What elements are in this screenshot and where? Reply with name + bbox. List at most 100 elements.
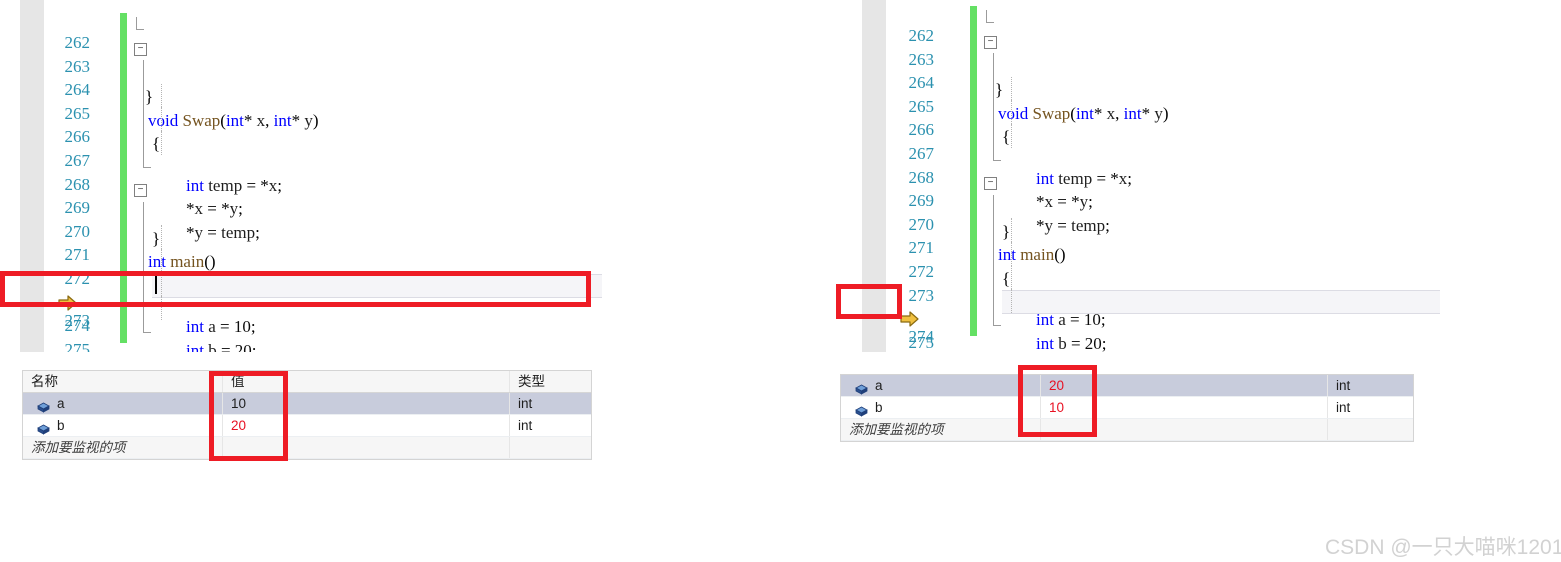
indent-guide	[1011, 218, 1012, 242]
variable-cube-icon	[855, 402, 868, 417]
watch-row[interactable]: a 20 int	[841, 375, 1413, 397]
watch-add-row[interactable]: 添加要监视的项	[23, 437, 591, 459]
fold-minus-icon[interactable]: −	[984, 177, 997, 191]
add-watch-value-cell[interactable]	[1041, 419, 1328, 440]
indent-guide	[1011, 241, 1012, 266]
watch-variable-name[interactable]: a	[23, 393, 223, 414]
watch-variable-type: int	[518, 396, 533, 411]
code-line[interactable]: 275 }	[0, 319, 620, 352]
right-code-editor[interactable]: 262 } 263 − void Swap(int* x, int* y) 26…	[840, 0, 1440, 352]
fold-minus-icon[interactable]: −	[984, 35, 997, 49]
code-line[interactable]: 270 {	[840, 194, 1440, 288]
code-line[interactable]: 264 {	[840, 53, 1440, 146]
fold-minus-icon[interactable]: −	[134, 42, 147, 56]
fold-bracket	[993, 76, 994, 101]
code-line-current[interactable]: 273 Swap(&a, &b); 已用时间 <= 1ms	[0, 272, 620, 330]
fold-bracket	[143, 83, 144, 108]
right-watch-window[interactable]: a 20 int b 10 int 添加要监视的项	[840, 374, 1414, 442]
indent-guide	[1011, 265, 1012, 290]
column-header-type[interactable]: 类型	[510, 371, 591, 392]
indent-guide	[1011, 100, 1012, 124]
change-bar	[970, 76, 977, 101]
watch-variable-value[interactable]: 10	[1041, 397, 1328, 418]
add-watch-placeholder[interactable]: 添加要监视的项	[841, 419, 1041, 440]
change-bar	[120, 36, 127, 61]
code-line[interactable]: 270 {	[0, 201, 620, 295]
indent-guide	[161, 130, 162, 155]
code-line[interactable]: 272 int b = 20;	[840, 241, 1440, 352]
code-line[interactable]: 273 Swap(&a, &b);	[840, 265, 1440, 305]
watch-variable-name[interactable]: a	[841, 375, 1041, 396]
code-line[interactable]: 267 *y = temp;	[0, 130, 620, 242]
code-line[interactable]: 274 return 0;	[0, 296, 620, 335]
code-line[interactable]: 269 − int main()	[840, 171, 1440, 264]
variable-cube-icon	[37, 420, 50, 435]
code-line[interactable]: 266 *x = *y;	[840, 100, 1440, 211]
indent-guide	[161, 296, 162, 320]
code-line[interactable]: 264 {	[0, 60, 620, 153]
variable-cube-icon	[37, 398, 50, 413]
change-bar	[120, 225, 127, 249]
left-code-editor[interactable]: 262 } 263 − void Swap(int* x, int* y) 26…	[0, 0, 620, 352]
watch-row[interactable]: b 20 int	[23, 415, 591, 437]
watch-add-row[interactable]: 添加要监视的项	[841, 419, 1413, 441]
indent-guide	[161, 225, 162, 249]
code-line[interactable]: 266 *x = *y;	[0, 107, 620, 218]
fold-bracket	[143, 319, 151, 333]
watch-name-text: a	[57, 396, 65, 411]
code-line[interactable]: 263 − void Swap(int* x, int* y)	[0, 36, 620, 130]
change-bar	[120, 107, 127, 131]
change-bar	[970, 194, 977, 219]
fold-bracket	[993, 53, 994, 78]
fold-bracket	[993, 312, 1001, 326]
indent-guide	[1011, 123, 1012, 148]
code-line[interactable]: 268 }	[0, 154, 620, 248]
code-line[interactable]: 268 }	[840, 147, 1440, 241]
column-header-value[interactable]: 值	[223, 371, 510, 392]
text-caret	[155, 275, 157, 294]
fold-minus-icon[interactable]: −	[134, 184, 147, 198]
watch-name-text: b	[875, 400, 883, 415]
change-bar	[120, 13, 127, 37]
watch-row[interactable]: b 10 int	[841, 397, 1413, 419]
code-line[interactable]: 271 int a = 10;	[0, 225, 620, 336]
code-line[interactable]: 275 }	[840, 312, 1440, 352]
watch-variable-value[interactable]: 20	[1041, 375, 1328, 396]
change-bar	[970, 100, 977, 124]
column-header-name[interactable]: 名称	[23, 371, 223, 392]
code-line[interactable]: 272 int b = 20;	[0, 248, 620, 352]
code-line[interactable]: 267 *y = temp;	[840, 123, 1440, 235]
left-watch-window[interactable]: 名称 值 类型 a 10 int b 20 int 添加要监视的项	[22, 370, 592, 460]
add-watch-type-cell	[510, 437, 591, 458]
watch-variable-value[interactable]: 20	[223, 415, 510, 436]
code-line[interactable]: 262 }	[840, 6, 1440, 99]
code-line[interactable]: 265 int temp = *x;	[0, 83, 620, 195]
code-line[interactable]: 263 − void Swap(int* x, int* y)	[840, 29, 1440, 123]
change-bar	[120, 319, 127, 344]
watch-variable-value[interactable]: 10	[223, 393, 510, 414]
add-watch-value-cell[interactable]	[223, 437, 510, 458]
fold-bracket	[993, 100, 994, 125]
right-code-lines: 262 } 263 − void Swap(int* x, int* y) 26…	[840, 6, 1440, 352]
watch-variable-name[interactable]: b	[841, 397, 1041, 418]
code-line[interactable]: 262 }	[0, 13, 620, 106]
add-watch-placeholder[interactable]: 添加要监视的项	[23, 437, 223, 458]
watch-row[interactable]: a 10 int	[23, 393, 591, 415]
line-number: 275	[908, 332, 935, 352]
fold-bracket	[993, 218, 994, 243]
fold-bracket	[993, 123, 994, 148]
left-code-lines: 262 } 263 − void Swap(int* x, int* y) 26…	[0, 13, 620, 352]
fold-bracket	[136, 17, 144, 30]
watch-header-row: 名称 值 类型	[23, 371, 591, 393]
watch-name-text: a	[875, 378, 883, 393]
indent-guide	[1011, 76, 1012, 101]
current-statement-arrow-icon	[22, 277, 77, 311]
fold-bracket	[143, 154, 151, 168]
change-bar	[120, 83, 127, 108]
watch-variable-name[interactable]: b	[23, 415, 223, 436]
code-line[interactable]: 269 − int main()	[0, 178, 620, 271]
code-line[interactable]: 271 int a = 10;	[840, 218, 1440, 329]
code-line[interactable]: 265 int temp = *x;	[840, 76, 1440, 188]
code-line-current[interactable]: 274 return 0; 已用时间 <= 1ms	[840, 289, 1440, 346]
change-bar	[120, 178, 127, 202]
